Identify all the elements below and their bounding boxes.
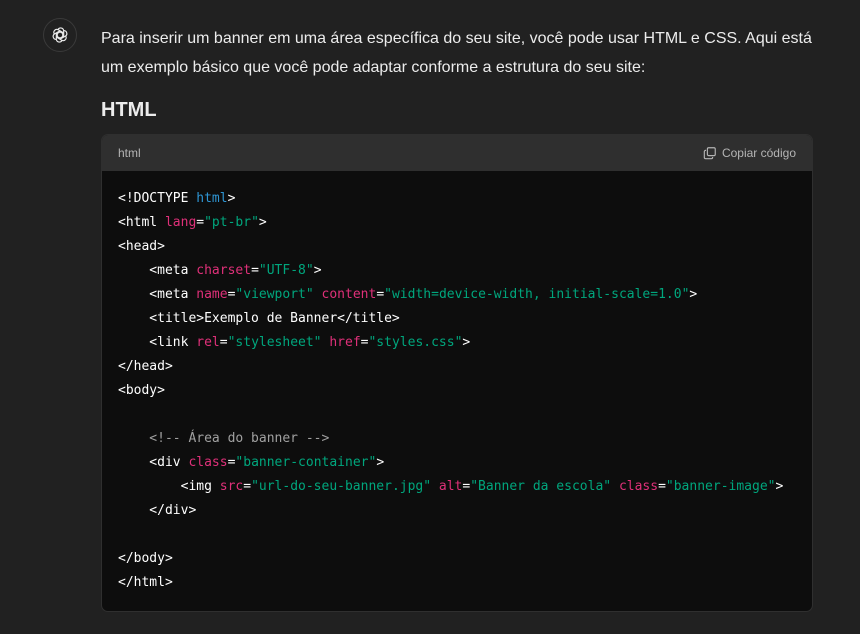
code-token: <link [118,335,197,350]
code-token: > [313,263,322,278]
code-token: > [462,335,471,350]
code-token: = [219,335,228,350]
code-line: <meta charset="UTF-8"> [118,259,796,283]
code-token: lang [164,215,197,230]
code-token: "stylesheet" [227,335,322,350]
code-token: <body> [118,383,165,398]
code-token: html [196,191,228,206]
code-token: "viewport" [235,287,314,302]
code-token: href [329,335,361,350]
code-line: </body> [118,547,796,571]
code-token: class [188,455,228,470]
code-line: <div class="banner-container"> [118,451,796,475]
code-token: "banner-container" [235,455,377,470]
code-token: charset [196,263,252,278]
code-line: </head> [118,355,796,379]
code-token: </div> [118,503,197,518]
code-block: html Copiar código <!DOCTYPE html> <html … [101,134,813,612]
code-token: </body> [118,551,173,566]
code-token: "banner-image" [665,479,776,494]
code-token: </head> [118,359,173,374]
copy-icon [703,147,716,160]
code-line: <head> [118,235,796,259]
code-token: rel [196,335,220,350]
code-line: <html lang="pt-br"> [118,211,796,235]
message-paragraph: Para inserir um banner em uma área espec… [101,30,812,76]
code-line: <!-- Área do banner --> [118,427,796,451]
code-token: > [376,455,385,470]
code-line: <title>Exemplo de Banner</title> [118,307,796,331]
code-token: </html> [118,575,173,590]
code-content[interactable]: <!DOCTYPE html> <html lang="pt-br"> <head>… [102,171,812,611]
code-header: html Copiar código [102,135,812,171]
code-token: <img [118,479,220,494]
code-token: src [219,479,244,494]
code-token: > [227,191,236,206]
code-token: alt [438,479,463,494]
copy-code-button[interactable]: Copiar código [703,146,796,160]
code-token: <title>Exemplo de Banner</title> [118,311,400,326]
section-heading: HTML [101,99,157,121]
assistant-avatar [43,18,77,52]
code-line: </div> [118,499,796,523]
code-token: "styles.css" [368,335,463,350]
code-token: class [618,479,659,494]
openai-logo-icon [51,27,69,43]
code-line: </html> [118,571,796,595]
code-token: "UTF-8" [258,263,314,278]
code-token: <meta [118,287,197,302]
code-token: > [775,479,784,494]
code-token: = [658,479,666,494]
code-token: = [376,287,385,302]
code-token: <!DOCTYPE [118,191,197,206]
code-language-label: html [118,146,141,160]
code-line: <!DOCTYPE html> [118,187,796,211]
code-token: > [258,215,267,230]
code-token: = [251,263,259,278]
code-token: "width=device-width, initial-scale=1.0" [384,287,690,302]
assistant-message: Para inserir um banner em uma área espec… [101,24,813,612]
code-token: = [243,479,252,494]
code-token: <html [118,215,165,230]
code-token: "pt-br" [204,215,259,230]
code-line: <body> [118,379,796,403]
code-token: <meta [118,263,197,278]
code-token: "url-do-seu-banner.jpg" [251,479,432,494]
code-token: content [321,287,377,302]
code-line: <meta name="viewport" content="width=dev… [118,283,796,307]
code-token: <div [118,455,189,470]
code-token: "Banner da escola" [470,479,612,494]
code-line: <link rel="stylesheet" href="styles.css"… [118,331,796,355]
code-token: > [689,287,698,302]
code-token: <!-- Área do banner --> [118,431,330,446]
code-token: = [196,215,205,230]
code-token: <head> [118,239,165,254]
code-token: name [196,287,228,302]
code-line: <img src="url-do-seu-banner.jpg" alt="Ba… [118,475,796,499]
copy-code-label: Copiar código [721,146,796,160]
